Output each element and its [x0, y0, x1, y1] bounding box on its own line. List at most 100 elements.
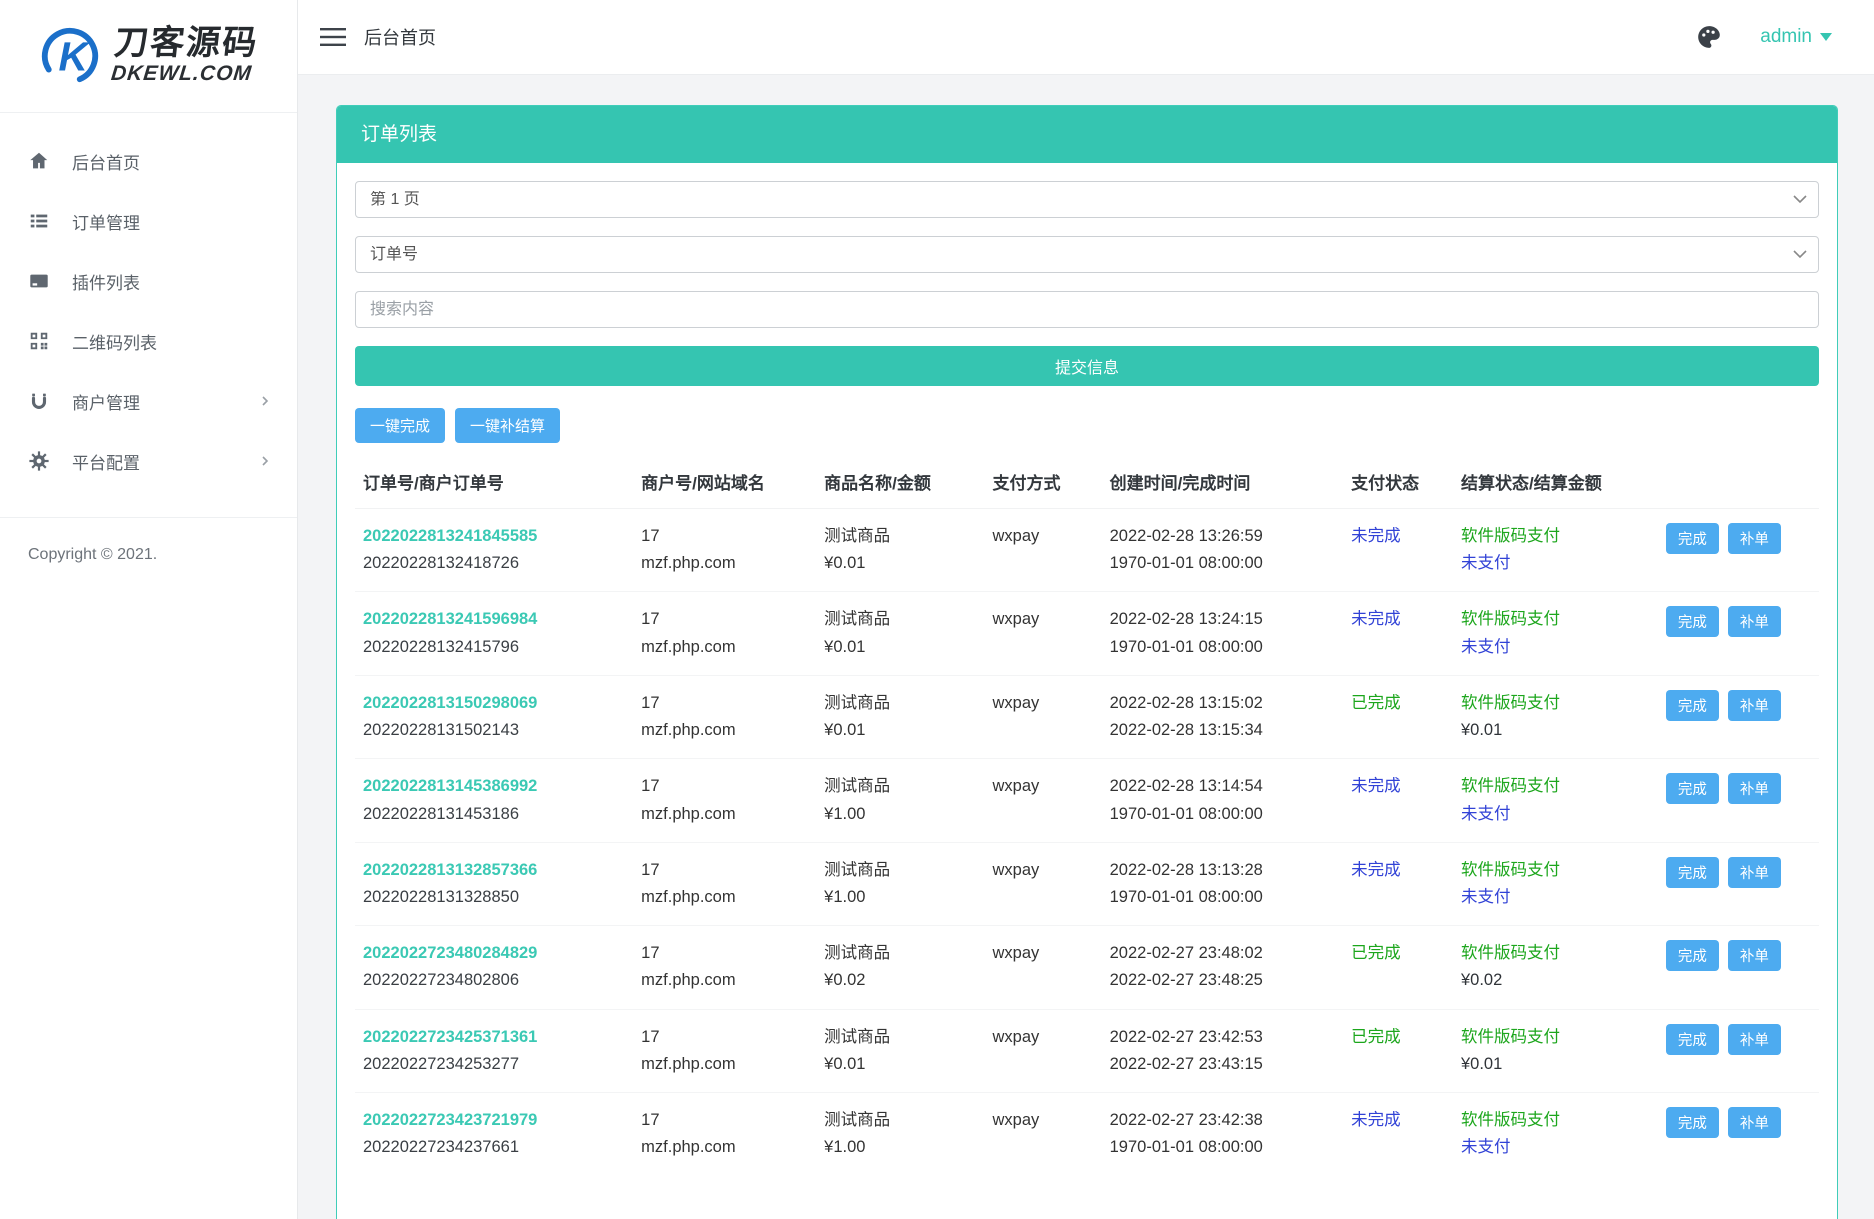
page-content: 订单列表 第 1 页 订单号 [298, 75, 1874, 1219]
submit-button[interactable]: 提交信息 [355, 346, 1819, 386]
pay-method: wxpay [993, 944, 1040, 962]
sidebar-item-merchants[interactable]: 商户管理 [0, 371, 297, 431]
sidebar-item-settings[interactable]: 平台配置 [0, 431, 297, 491]
sidebar-item-orders[interactable]: 订单管理 [0, 191, 297, 251]
order-number-link[interactable]: 2022022813241596984 [363, 610, 537, 628]
breadcrumb: 后台首页 [364, 24, 436, 50]
col-header-settlement: 结算状态/结算金额 [1453, 453, 1658, 509]
merchant-id: 17 [641, 690, 808, 717]
search-input[interactable] [355, 291, 1819, 328]
hamburger-menu-icon[interactable] [320, 27, 346, 47]
page-select[interactable]: 第 1 页 [355, 181, 1819, 218]
product-amount: ¥1.00 [824, 884, 976, 911]
pay-method: wxpay [993, 861, 1040, 879]
website-domain: mzf.php.com [641, 1134, 808, 1161]
complete-button[interactable]: 完成 [1666, 1024, 1719, 1055]
sidebar: K 刀客源码 DKEWL.COM 后台首页 订单管理 [0, 0, 298, 1219]
sidebar-item-label: 插件列表 [72, 269, 271, 294]
complete-button[interactable]: 完成 [1666, 940, 1719, 971]
settle-method: 软件版码支付 [1461, 857, 1650, 884]
topbar-right: admin [1696, 24, 1832, 50]
table-header-row: 订单号/商户订单号 商户号/网站域名 商品名称/金额 支付方式 创建时间/完成时… [355, 453, 1819, 509]
reissue-button[interactable]: 补单 [1728, 1024, 1781, 1055]
sidebar-item-home[interactable]: 后台首页 [0, 131, 297, 191]
search-field-select[interactable]: 订单号 [355, 236, 1819, 273]
order-number-link[interactable]: 2022022723425371361 [363, 1028, 537, 1046]
svg-text:K: K [58, 34, 90, 80]
order-number-link[interactable]: 2022022813150298069 [363, 694, 537, 712]
complete-button[interactable]: 完成 [1666, 857, 1719, 888]
created-time: 2022-02-28 13:13:28 [1110, 857, 1336, 884]
completed-time: 1970-01-01 08:00:00 [1110, 634, 1336, 661]
row-actions: 完成 补单 [1666, 523, 1811, 554]
bulk-complete-button[interactable]: 一键完成 [355, 408, 445, 443]
merchant-id: 17 [641, 606, 808, 633]
reissue-button[interactable]: 补单 [1728, 857, 1781, 888]
panel-bottom-spacer [355, 1176, 1819, 1218]
sidebar-item-label: 订单管理 [72, 209, 271, 234]
sidebar-item-plugins[interactable]: 插件列表 [0, 251, 297, 311]
bulk-actions: 一键完成 一键补结算 [355, 408, 1819, 443]
field-select-wrap: 订单号 [355, 236, 1819, 273]
merchant-order-number: 20220228132418726 [363, 550, 625, 577]
product-amount: ¥0.01 [824, 634, 976, 661]
reissue-button[interactable]: 补单 [1728, 940, 1781, 971]
reissue-button[interactable]: 补单 [1728, 773, 1781, 804]
product-name: 测试商品 [824, 523, 976, 550]
pay-method: wxpay [993, 1028, 1040, 1046]
order-number-link[interactable]: 2022022813145386992 [363, 777, 537, 795]
gear-icon [28, 450, 50, 472]
col-header-paystatus: 支付状态 [1343, 453, 1453, 509]
panel-title: 订单列表 [337, 106, 1837, 163]
order-number-link[interactable]: 2022022813132857366 [363, 861, 537, 879]
bulk-settle-button[interactable]: 一键补结算 [455, 408, 560, 443]
pay-status: 已完成 [1351, 944, 1401, 962]
col-header-paymethod: 支付方式 [985, 453, 1102, 509]
reissue-button[interactable]: 补单 [1728, 690, 1781, 721]
settle-value: ¥0.01 [1461, 1051, 1650, 1078]
row-actions: 完成 补单 [1666, 1107, 1811, 1138]
complete-button[interactable]: 完成 [1666, 523, 1719, 554]
completed-time: 1970-01-01 08:00:00 [1110, 550, 1336, 577]
table-row: 2022022813241596984 20220228132415796 17… [355, 592, 1819, 675]
col-header-order: 订单号/商户订单号 [355, 453, 633, 509]
home-icon [28, 150, 50, 172]
col-header-actions [1658, 453, 1819, 509]
completed-time: 1970-01-01 08:00:00 [1110, 1134, 1336, 1161]
table-row: 2022022723480284829 20220227234802806 17… [355, 926, 1819, 1009]
website-domain: mzf.php.com [641, 884, 808, 911]
page-select-wrap: 第 1 页 [355, 181, 1819, 218]
website-domain: mzf.php.com [641, 634, 808, 661]
order-number-link[interactable]: 2022022723480284829 [363, 944, 537, 962]
settle-method: 软件版码支付 [1461, 523, 1650, 550]
product-name: 测试商品 [824, 690, 976, 717]
complete-button[interactable]: 完成 [1666, 1107, 1719, 1138]
caret-down-icon [1820, 33, 1832, 41]
order-number-link[interactable]: 2022022723423721979 [363, 1111, 537, 1129]
sidebar-item-qrcodes[interactable]: 二维码列表 [0, 311, 297, 371]
settle-method: 软件版码支付 [1461, 690, 1650, 717]
complete-button[interactable]: 完成 [1666, 773, 1719, 804]
brand-title: 刀客源码 [112, 26, 260, 60]
reissue-button[interactable]: 补单 [1728, 523, 1781, 554]
reissue-button[interactable]: 补单 [1728, 1107, 1781, 1138]
user-menu[interactable]: admin [1760, 26, 1832, 48]
theme-palette-icon[interactable] [1696, 24, 1722, 50]
complete-button[interactable]: 完成 [1666, 606, 1719, 637]
settle-method: 软件版码支付 [1461, 1024, 1650, 1051]
row-actions: 完成 补单 [1666, 940, 1811, 971]
product-name: 测试商品 [824, 773, 976, 800]
complete-button[interactable]: 完成 [1666, 690, 1719, 721]
table-row: 2022022723425371361 20220227234253277 17… [355, 1009, 1819, 1092]
reissue-button[interactable]: 补单 [1728, 606, 1781, 637]
order-number-link[interactable]: 2022022813241845585 [363, 527, 537, 545]
product-name: 测试商品 [824, 1024, 976, 1051]
pay-status: 未完成 [1351, 777, 1401, 795]
chevron-right-icon [259, 455, 271, 467]
pay-status: 已完成 [1351, 694, 1401, 712]
merchant-order-number: 20220228132415796 [363, 634, 625, 661]
pay-method: wxpay [993, 1111, 1040, 1129]
sidebar-item-label: 平台配置 [72, 449, 259, 474]
brand-logo[interactable]: K 刀客源码 DKEWL.COM [0, 0, 297, 113]
settle-value: ¥0.01 [1461, 717, 1650, 744]
